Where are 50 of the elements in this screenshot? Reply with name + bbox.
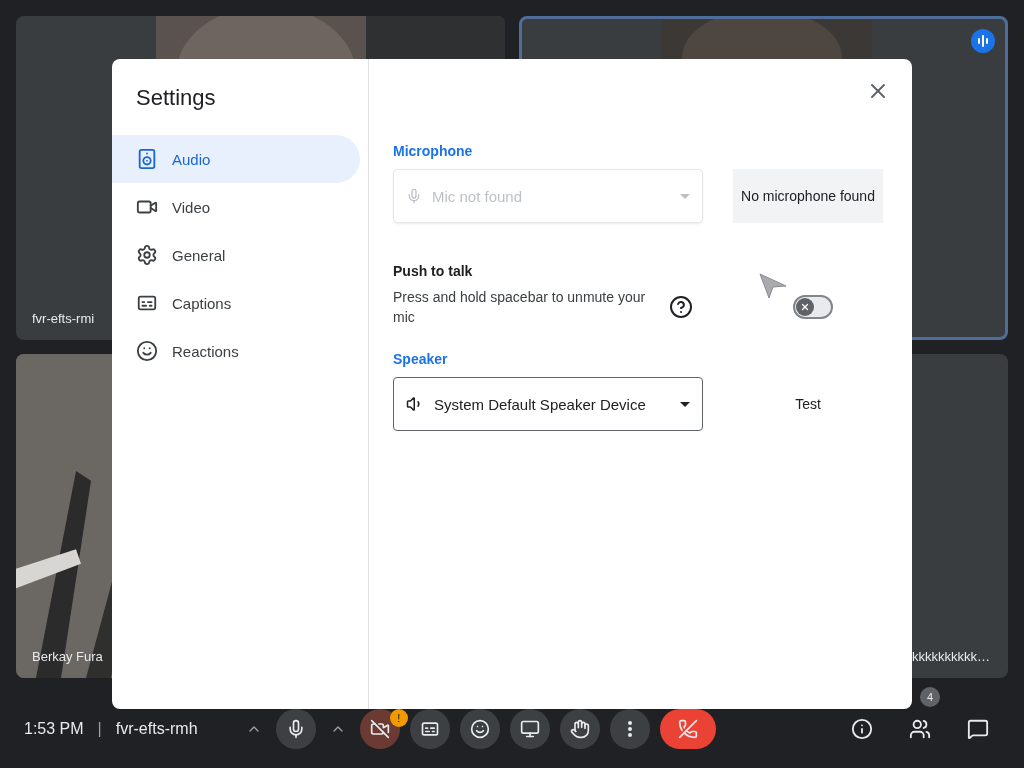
settings-nav-item[interactable]: Reactions (112, 327, 360, 375)
microphone-icon (406, 188, 422, 204)
caret-icon (680, 193, 690, 199)
reactions-button[interactable] (459, 709, 500, 749)
more-icon (627, 721, 632, 737)
caret-icon (680, 401, 690, 407)
captions-button[interactable] (409, 709, 450, 749)
meeting-code: fvr-efts-rmh (115, 720, 198, 738)
camera-off-button[interactable] (359, 709, 400, 749)
settings-nav-item[interactable]: Audio (112, 135, 360, 183)
phone-icon (677, 719, 698, 739)
participant-name: fvr-efts-rmi (31, 311, 95, 328)
section-heading: Speaker (393, 351, 449, 367)
participant-name: Berkay Fura (31, 649, 103, 666)
people-icon (909, 718, 931, 740)
more-options-button[interactable] (609, 709, 650, 749)
participant-name: kkkkkkkkkk… (911, 649, 991, 666)
x-icon (800, 302, 810, 312)
push-to-talk-title: Push to talk (393, 263, 474, 279)
leave-call-button[interactable] (659, 709, 716, 749)
separator: | (97, 720, 102, 738)
speaking-indicator-icon (971, 29, 995, 53)
microphone-status: No microphone found (733, 169, 883, 223)
captions-icon (419, 719, 440, 739)
info-icon (851, 718, 873, 740)
push-to-talk-toggle[interactable] (793, 295, 833, 319)
speaker-select[interactable]: System Default Speaker Device (393, 377, 703, 431)
microphone-button[interactable] (275, 709, 316, 749)
cursor-icon (759, 273, 787, 299)
section-heading: Microphone (393, 143, 474, 159)
help-icon[interactable] (669, 295, 693, 319)
raise-hand-button[interactable] (559, 709, 600, 749)
chat-icon (967, 718, 989, 740)
settings-nav-item[interactable]: General (112, 231, 360, 279)
test-button[interactable]: Test (733, 384, 883, 424)
alert-badge: ! (389, 709, 408, 727)
dialog-title: Settings (136, 85, 217, 111)
monitor-icon (519, 719, 540, 739)
speaker-icon (136, 148, 158, 170)
smiley-icon (469, 719, 490, 739)
clock-time: 1:53 PM (24, 720, 84, 738)
present-button[interactable] (509, 709, 550, 749)
settings-nav-item[interactable]: Captions (112, 279, 360, 327)
video-off-icon (369, 719, 390, 739)
settings-nav-item[interactable]: Video (112, 183, 360, 231)
hand-icon (569, 719, 590, 739)
settings-icon (136, 244, 158, 266)
participant-count: 4 (920, 687, 940, 707)
smiley-icon (136, 340, 158, 362)
push-to-talk-description: Press and hold spacebar to unmute your mic (393, 288, 647, 327)
